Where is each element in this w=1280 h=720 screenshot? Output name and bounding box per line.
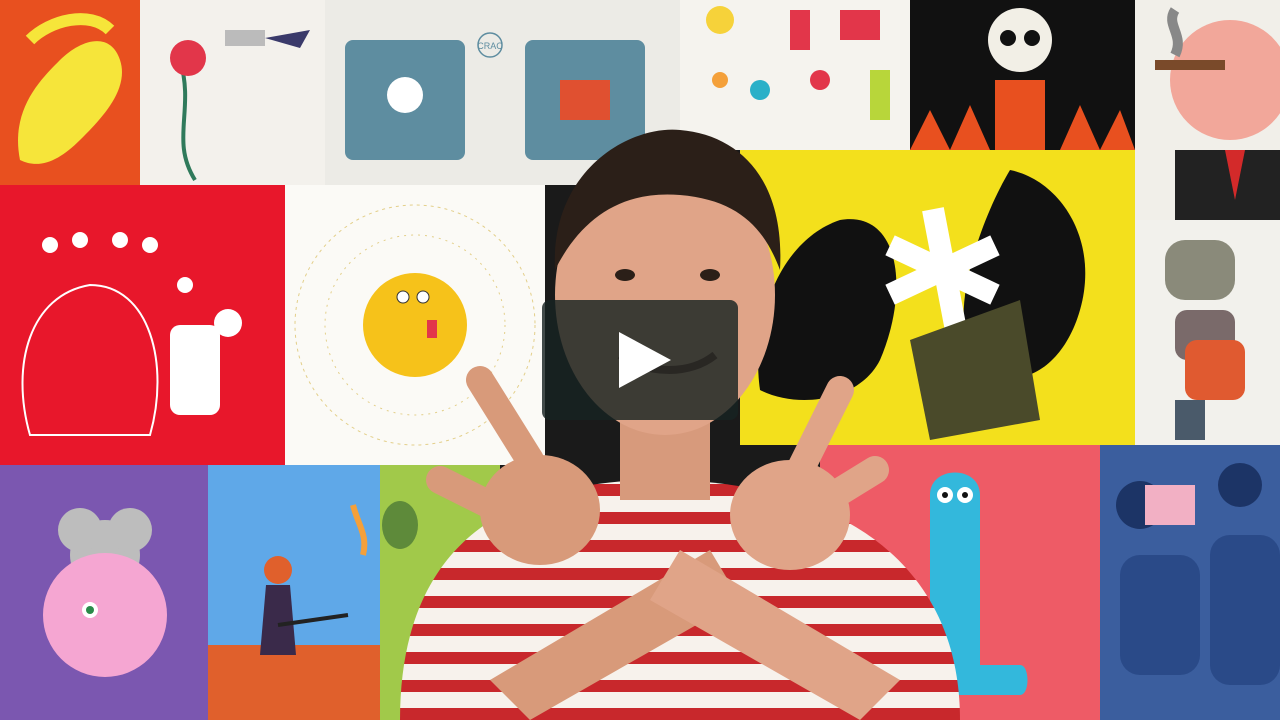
play-button[interactable]: Play: [542, 300, 738, 420]
video-player[interactable]: CRAC: [0, 0, 1280, 720]
presenter: [380, 120, 980, 720]
crac-label: CRAC: [477, 41, 503, 51]
illustration-yellow-figure: [0, 0, 140, 185]
illustration-rose-and-fuse: [140, 0, 325, 185]
illustration-red-monster: [0, 185, 285, 465]
illustration-blue-crowd: [1100, 445, 1280, 720]
illustration-piggyback-people: [1135, 220, 1280, 445]
illustration-pink-head: [0, 465, 208, 720]
illustration-cigar-man: [1135, 0, 1280, 220]
play-icon: [619, 332, 671, 388]
illustration-woman-with-rifle: [208, 465, 380, 720]
